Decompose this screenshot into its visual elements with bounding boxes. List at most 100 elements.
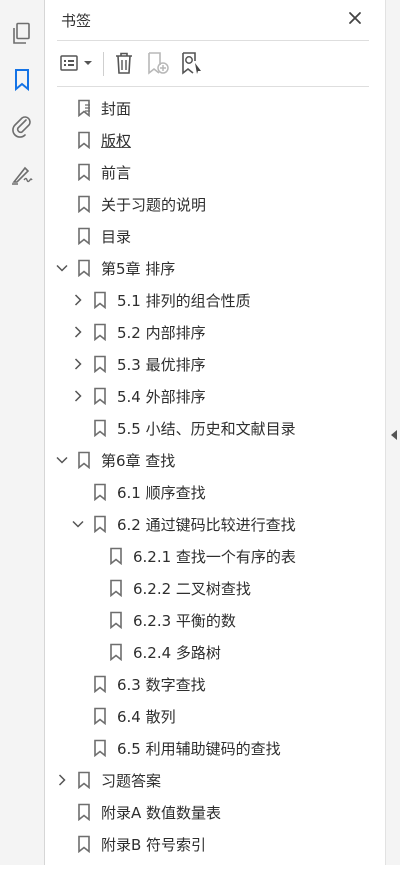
bookmark-item[interactable]: 习题答案 (45, 764, 363, 796)
bookmark-item[interactable]: 6.2 通过键码比较进行查找 (45, 508, 363, 540)
bookmark-item[interactable]: 6.2.4 多路树 (45, 636, 363, 668)
bookmark-label: 6.5 利用辅助键码的查找 (117, 739, 281, 758)
bookmark-label: 5.1 排列的组合性质 (117, 291, 251, 310)
bookmark-item[interactable]: 6.3 数字查找 (45, 668, 363, 700)
bookmark-icon (109, 643, 123, 661)
panel-splitter[interactable] (385, 0, 400, 865)
bookmark-item[interactable]: 附录A 数值数量表 (45, 796, 363, 828)
chevron-down-icon[interactable] (71, 517, 85, 531)
bookmark-item[interactable]: 附录B 符号索引 (45, 828, 363, 860)
bookmark-item[interactable]: 封面 (45, 92, 363, 124)
bookmark-label: 封面 (101, 99, 132, 118)
bookmark-label: 5.2 内部排序 (117, 323, 206, 342)
bookmark-item[interactable]: 版权 (45, 124, 363, 156)
bookmarks-panel: 书签 封面 版权 前言 关于习题的说明 目录 第5章 排序 5.1 排列的组合性… (45, 0, 385, 865)
bookmark-icon (109, 579, 123, 597)
bookmark-item[interactable]: 5.4 外部排序 (45, 380, 363, 412)
bookmark-icon (93, 323, 107, 341)
bookmark-icon (77, 803, 91, 821)
bookmark-label: 6.2.2 二叉树查找 (133, 579, 251, 598)
bookmark-label: 第6章 查找 (101, 451, 176, 470)
bookmark-item[interactable]: 5.2 内部排序 (45, 316, 363, 348)
chevron-down-icon[interactable] (55, 261, 69, 275)
bookmark-item[interactable]: 6.2.3 平衡的数 (45, 604, 363, 636)
delete-button[interactable] (111, 48, 137, 78)
bookmark-icon (77, 835, 91, 853)
bookmark-label: 习题答案 (101, 771, 162, 790)
bookmark-icon (93, 387, 107, 405)
bookmark-item[interactable]: 6.1 顺序查找 (45, 476, 363, 508)
left-navigation-rail (0, 0, 45, 865)
new-bookmark-button[interactable] (145, 48, 171, 78)
bookmark-label: 6.3 数字查找 (117, 675, 206, 694)
bookmark-label: 5.3 最优排序 (117, 355, 206, 374)
bookmark-label: 6.2.3 平衡的数 (133, 611, 236, 630)
bookmark-item[interactable]: 目录 (45, 220, 363, 252)
bookmark-label: 附录A 数值数量表 (101, 803, 222, 822)
bookmark-icon (109, 611, 123, 629)
delete-icon (116, 52, 132, 74)
new-bookmark-icon (148, 52, 169, 75)
options-menu-icon (60, 55, 92, 71)
bookmark-item[interactable]: 5.5 小结、历史和文献目录 (45, 412, 363, 444)
bookmark-label: 6.2 通过键码比较进行查找 (117, 515, 296, 534)
bookmark-item[interactable]: 关于习题的说明 (45, 188, 363, 220)
bookmark-item[interactable]: 第5章 排序 (45, 252, 363, 284)
bookmark-icon (77, 771, 91, 789)
pages-icon[interactable] (8, 20, 36, 48)
chevron-right-icon[interactable] (55, 773, 69, 787)
collapse-panel-arrow-icon[interactable] (389, 428, 399, 442)
chevron-right-icon[interactable] (71, 293, 85, 307)
bookmark-icon (93, 291, 107, 309)
bookmark-label: 6.2.1 查找一个有序的表 (133, 547, 296, 566)
bookmark-item[interactable]: 6.5 利用辅助键码的查找 (45, 732, 363, 764)
chevron-right-icon[interactable] (71, 389, 85, 403)
bookmark-label: 第5章 排序 (101, 259, 176, 278)
bookmark-label: 版权 (101, 131, 132, 150)
bookmark-label: 附录B 符号索引 (101, 835, 207, 854)
bookmark-item[interactable]: 6.2.2 二叉树查找 (45, 572, 363, 604)
close-icon[interactable] (345, 8, 365, 28)
divider (57, 86, 369, 87)
bookmark-icon (77, 131, 91, 149)
toolbar-divider (103, 52, 104, 76)
panel-title: 书签 (61, 12, 92, 30)
bookmark-label: 6.4 散列 (117, 707, 176, 726)
bookmark-label: 前言 (101, 163, 132, 182)
bookmark-icon (93, 419, 107, 437)
bookmark-icon (77, 195, 91, 213)
chevron-right-icon[interactable] (71, 357, 85, 371)
bookmark-icon (93, 515, 107, 533)
bookmarks-toolbar (57, 46, 369, 80)
bookmark-label: 关于习题的说明 (101, 195, 207, 214)
bookmark-icon (93, 707, 107, 725)
bookmark-label: 5.4 外部排序 (117, 387, 206, 406)
bookmark-icon (93, 675, 107, 693)
signature-icon[interactable] (8, 160, 36, 188)
chevron-right-icon[interactable] (71, 325, 85, 339)
find-bookmark-button[interactable] (179, 48, 205, 78)
bookmark-label: 6.1 顺序查找 (117, 483, 206, 502)
bookmark-icon (77, 259, 91, 277)
divider (57, 40, 369, 41)
bookmark-item[interactable]: 第6章 查找 (45, 444, 363, 476)
attachment-icon[interactable] (8, 112, 36, 140)
bookmark-label: 目录 (101, 227, 132, 246)
bookmark-icon (77, 227, 91, 245)
bookmark-item[interactable]: 5.1 排列的组合性质 (45, 284, 363, 316)
bookmark-icon (93, 355, 107, 373)
bookmark-item[interactable]: 6.4 散列 (45, 700, 363, 732)
options-menu-button[interactable] (59, 48, 95, 78)
bookmark-icon (77, 451, 91, 469)
bookmark-icon (93, 483, 107, 501)
bookmark-icon (109, 547, 123, 565)
bookmark-tree: 封面版权前言关于习题的说明 目录第5章 排序 5.1 排列的组合性质 5.2 内部排序… (45, 92, 363, 865)
bookmark-icon[interactable] (8, 66, 36, 94)
page-bookmark-icon (77, 99, 91, 117)
bookmark-label: 5.5 小结、历史和文献目录 (117, 419, 296, 438)
bookmark-item[interactable]: 前言 (45, 156, 363, 188)
bookmark-item[interactable]: 5.3 最优排序 (45, 348, 363, 380)
chevron-down-icon[interactable] (55, 453, 69, 467)
bookmark-item[interactable]: 6.2.1 查找一个有序的表 (45, 540, 363, 572)
bookmark-icon (77, 163, 91, 181)
